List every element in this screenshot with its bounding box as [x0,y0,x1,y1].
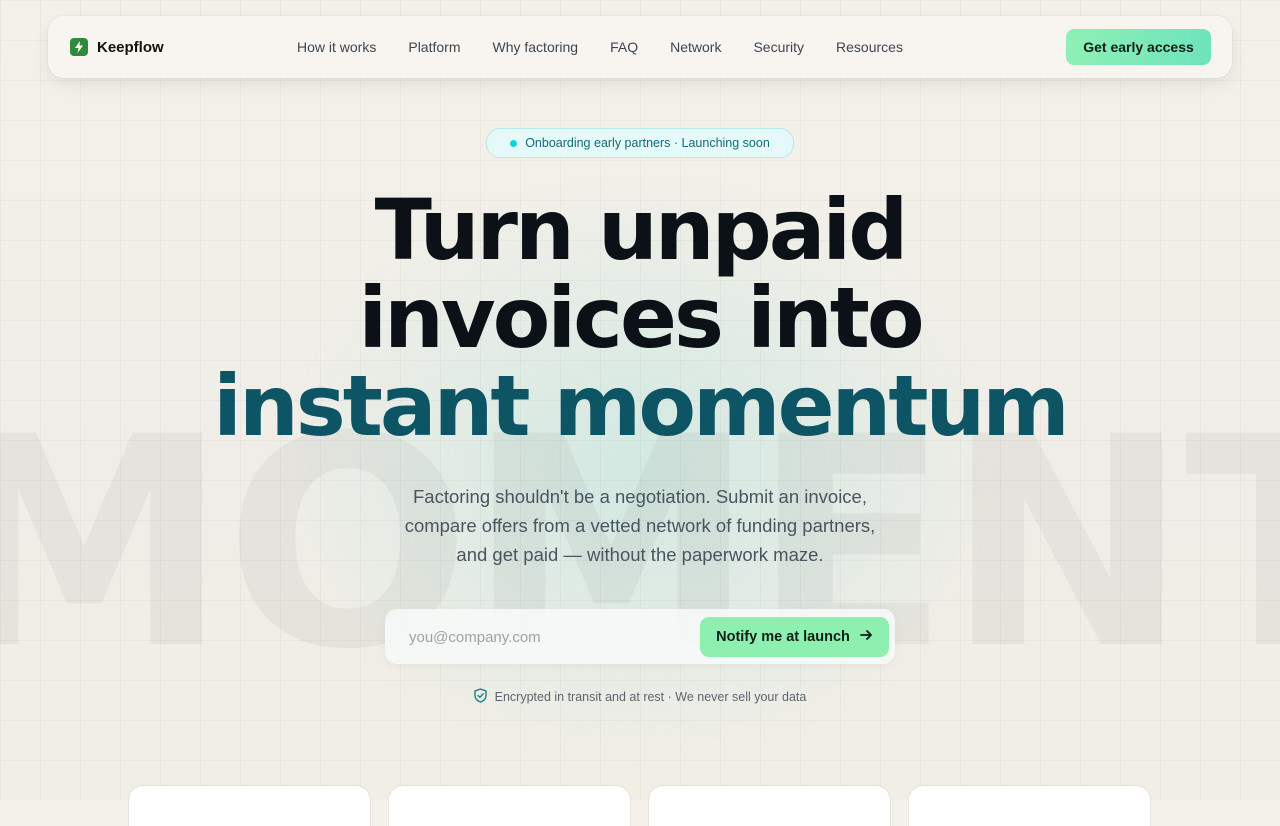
feature-card [909,786,1150,826]
shield-check-icon [473,688,487,706]
arrow-right-icon [859,629,873,645]
notify-me-button[interactable]: Notify me at launch [700,617,889,657]
nav-link-faq[interactable]: FAQ [610,39,638,55]
headline-line-2: invoices into [358,269,924,367]
nav-link-platform[interactable]: Platform [408,39,460,55]
status-dot-icon [510,139,518,147]
headline-line-1: Turn unpaid [374,181,909,279]
hero-headline: Turn unpaid invoices into instant moment… [0,186,1280,450]
launch-status-text: Onboarding early partners · Launching so… [525,136,770,150]
hero-subtitle: Factoring shouldn't be a negotiation. Su… [404,486,876,565]
get-early-access-button[interactable]: Get early access [1066,29,1211,65]
feature-cards-row [129,786,1150,826]
trust-note: Encrypted in transit and at rest · We ne… [0,688,1280,706]
bolt-icon [70,38,88,56]
brand-logo[interactable]: Keepflow [70,38,164,56]
feature-card [389,786,630,826]
headline-accent-line: instant momentum [213,357,1070,455]
email-signup-form: Notify me at launch [385,609,895,666]
nav-link-resources[interactable]: Resources [836,39,903,55]
nav-link-network[interactable]: Network [670,39,721,55]
notify-button-label: Notify me at launch [716,629,850,645]
feature-card [649,786,890,826]
brand-name: Keepflow [97,38,164,56]
nav-link-why-factoring[interactable]: Why factoring [492,39,578,55]
feature-card [129,786,370,826]
nav-links: How it works Platform Why factoring FAQ … [297,16,903,78]
nav-link-security[interactable]: Security [753,39,804,55]
trust-text: Encrypted in transit and at rest · We ne… [494,690,807,704]
top-navbar: Keepflow How it works Platform Why facto… [48,16,1232,78]
launch-status-badge: Onboarding early partners · Launching so… [486,128,794,158]
nav-link-how-it-works[interactable]: How it works [297,39,376,55]
email-input[interactable] [407,609,691,666]
